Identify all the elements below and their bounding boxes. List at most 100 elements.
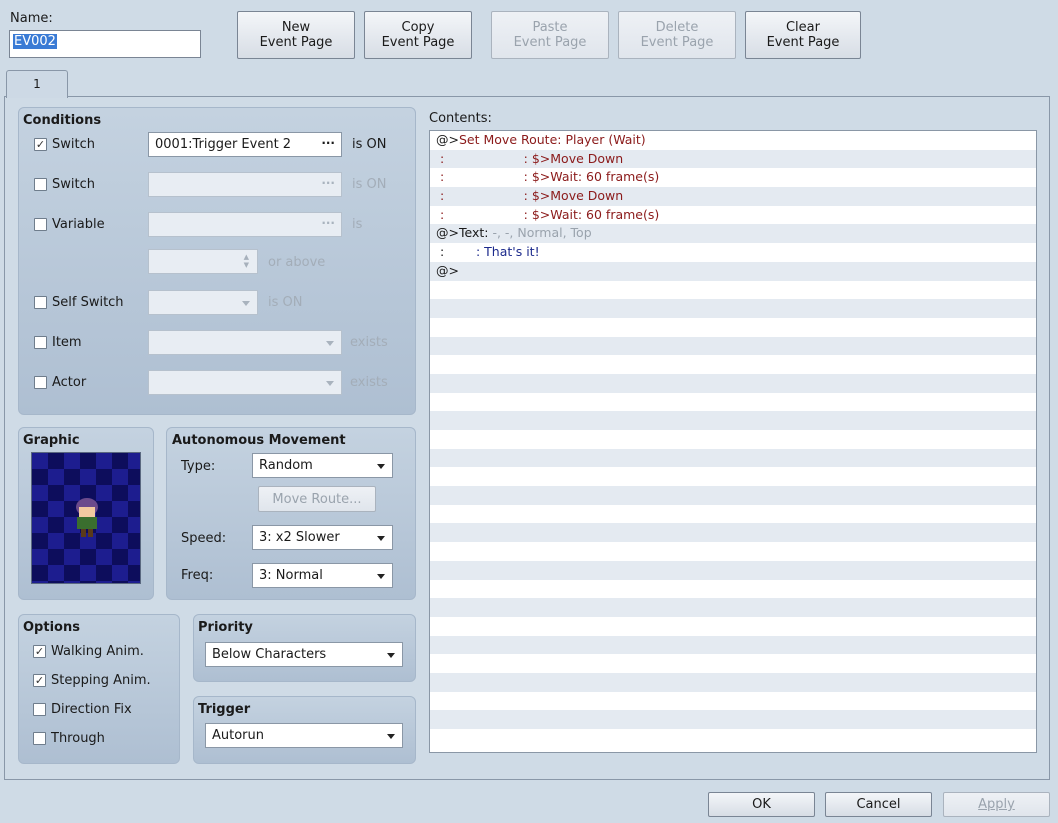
item-select[interactable] [148, 330, 342, 355]
command-line[interactable] [430, 467, 1036, 487]
walking-anim-label: Walking Anim. [51, 644, 144, 659]
apply-button[interactable]: Apply [943, 792, 1050, 817]
new-event-page-button[interactable]: New Event Page [237, 11, 355, 59]
move-route-button[interactable]: Move Route... [258, 486, 376, 512]
priority-select[interactable]: Below Characters [205, 642, 403, 667]
direction-fix-label: Direction Fix [51, 702, 132, 717]
variable-or-above: or above [268, 255, 326, 270]
command-line[interactable]: : : $>Move Down [430, 149, 1036, 169]
command-line[interactable] [430, 710, 1036, 729]
command-line[interactable] [430, 616, 1036, 636]
through-checkbox[interactable] [33, 732, 46, 745]
direction-fix-checkbox[interactable] [33, 703, 46, 716]
movement-speed-select[interactable]: 3: x2 Slower [252, 525, 393, 550]
command-line[interactable]: @>Set Move Route: Player (Wait) [430, 131, 1036, 150]
command-line[interactable]: @>Text: -, -, Normal, Top [430, 224, 1036, 244]
command-line[interactable] [430, 635, 1036, 655]
trigger-value: Autorun [212, 728, 265, 743]
switch2-checkbox[interactable] [34, 178, 47, 191]
through-label: Through [51, 731, 105, 746]
movement-freq-label: Freq: [181, 568, 214, 583]
switch1-value: 0001:Trigger Event 2 [155, 137, 292, 152]
switch2-select[interactable]: ··· [148, 172, 342, 197]
variable-suffix: is [352, 217, 363, 232]
command-line[interactable] [430, 411, 1036, 430]
movement-speed-label: Speed: [181, 531, 227, 546]
chevron-down-icon [387, 734, 395, 739]
switch1-checkbox[interactable]: ✓ [34, 138, 47, 151]
command-line[interactable]: @> [430, 261, 1036, 281]
command-line[interactable] [430, 299, 1036, 318]
command-line[interactable] [430, 317, 1036, 337]
command-line[interactable] [430, 280, 1036, 300]
movement-freq-select[interactable]: 3: Normal [252, 563, 393, 588]
command-line[interactable] [430, 654, 1036, 673]
command-line[interactable] [430, 373, 1036, 393]
command-text: -, -, Normal, Top [492, 225, 592, 241]
name-field[interactable]: EV002 [9, 30, 201, 58]
command-line[interactable] [430, 430, 1036, 449]
command-line[interactable] [430, 729, 1036, 748]
movement-type-select[interactable]: Random [252, 453, 393, 478]
actor-checkbox[interactable] [34, 376, 47, 389]
command-line[interactable]: : : That's it! [430, 243, 1036, 262]
actor-select[interactable] [148, 370, 342, 395]
chevron-down-icon [377, 536, 385, 541]
command-line[interactable]: : : $>Move Down [430, 187, 1036, 206]
movement-type-label: Type: [181, 459, 216, 474]
self-switch-suffix: is ON [268, 295, 303, 310]
ellipsis-icon: ··· [321, 136, 335, 150]
ellipsis-icon: ··· [321, 176, 335, 190]
command-line[interactable] [430, 486, 1036, 505]
command-text: : : $>Move Down [436, 150, 624, 166]
command-line[interactable] [430, 579, 1036, 599]
stepping-anim-checkbox[interactable]: ✓ [33, 674, 46, 687]
delete-event-page-button[interactable]: Delete Event Page [618, 11, 736, 59]
movement-type-value: Random [259, 458, 313, 473]
variable-value-spinner[interactable]: ▲ ▼ [148, 249, 258, 274]
variable-select[interactable]: ··· [148, 212, 342, 237]
command-line[interactable] [430, 691, 1036, 711]
self-switch-checkbox[interactable] [34, 296, 47, 309]
command-line[interactable] [430, 523, 1036, 543]
trigger-select[interactable]: Autorun [205, 723, 403, 748]
paste-event-page-button[interactable]: Paste Event Page [491, 11, 609, 59]
switch1-select[interactable]: 0001:Trigger Event 2 ··· [148, 132, 342, 157]
command-text: : : $>Wait: 60 frame(s) [436, 206, 660, 222]
self-switch-label: Self Switch [52, 295, 124, 310]
command-line[interactable] [430, 355, 1036, 374]
tab-page-1[interactable]: 1 [6, 70, 68, 98]
graphic-title: Graphic [23, 433, 80, 448]
command-text: @> [436, 262, 459, 278]
ok-button[interactable]: OK [708, 792, 815, 817]
command-line[interactable] [430, 560, 1036, 580]
command-line[interactable] [430, 542, 1036, 561]
contents-list[interactable]: @>Set Move Route: Player (Wait) : : $>Mo… [429, 130, 1037, 753]
command-line[interactable] [430, 504, 1036, 524]
command-line[interactable] [430, 672, 1036, 692]
command-line[interactable] [430, 392, 1036, 412]
command-line[interactable] [430, 598, 1036, 617]
self-switch-select[interactable] [148, 290, 258, 315]
clear-event-page-button[interactable]: Clear Event Page [745, 11, 861, 59]
switch2-label: Switch [52, 177, 95, 192]
walking-anim-checkbox[interactable]: ✓ [33, 645, 46, 658]
switch1-suffix: is ON [352, 137, 387, 152]
command-line[interactable] [430, 336, 1036, 356]
command-line[interactable]: : : $>Wait: 60 frame(s) [430, 205, 1036, 225]
character-graphic[interactable] [31, 452, 141, 584]
movement-freq-value: 3: Normal [259, 568, 323, 583]
chevron-down-icon [377, 574, 385, 579]
command-text: @> [436, 132, 459, 147]
stepping-anim-label: Stepping Anim. [51, 673, 151, 688]
command-line[interactable] [430, 448, 1036, 468]
variable-checkbox[interactable] [34, 218, 47, 231]
item-checkbox[interactable] [34, 336, 47, 349]
cancel-button[interactable]: Cancel [825, 792, 932, 817]
chevron-down-icon [242, 301, 250, 306]
command-text: @>Text: [436, 225, 493, 241]
variable-label: Variable [52, 217, 105, 232]
command-line[interactable]: : : $>Wait: 60 frame(s) [430, 168, 1036, 188]
copy-event-page-button[interactable]: Copy Event Page [364, 11, 472, 59]
name-label: Name: [10, 11, 53, 26]
